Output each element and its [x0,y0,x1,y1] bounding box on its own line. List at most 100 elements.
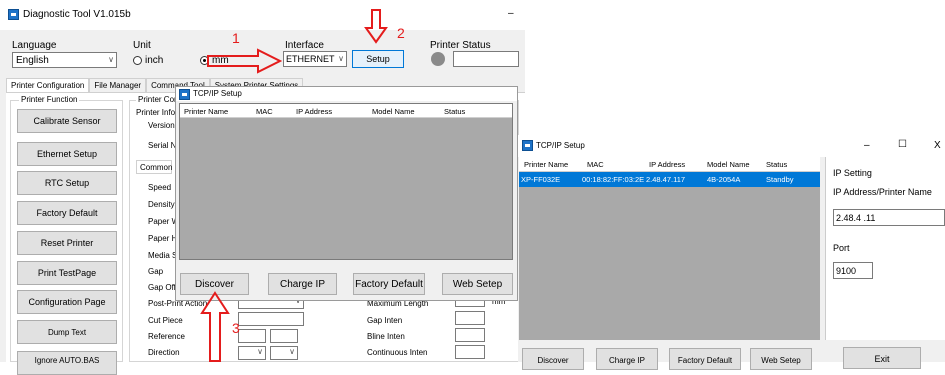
setting-direction: Direction [148,348,180,357]
bline-inten-input[interactable] [455,328,485,342]
charge-ip-label: Charge IP [608,356,646,365]
tab-file-manager[interactable]: File Manager [89,78,147,92]
factory-default-button[interactable]: Factory Default [17,201,117,225]
chevron-down-icon: ∨ [108,55,114,64]
factory-default-label: Factory Default [36,208,98,218]
discover-button[interactable]: Discover [522,348,584,370]
tab-printer-configuration[interactable]: Printer Configuration [6,78,90,92]
ip-setting-label: IP Setting [833,168,872,178]
web-setep-button[interactable]: Web Setep [750,348,812,370]
tcp-large-device-list[interactable]: Printer Name MAC IP Address Model Name S… [519,157,820,340]
main-titlebar: Diagnostic Tool V1.015b – [0,0,525,30]
charge-ip-button[interactable]: Charge IP [268,273,337,295]
tcp-setup-dialog-small: TCP/IP Setup Printer Name MAC IP Address… [175,86,518,301]
reset-printer-label: Reset Printer [40,238,94,248]
web-setep-label: Web Setep [761,356,801,365]
annotation-1: 1 [232,30,240,46]
language-select[interactable]: English ∨ [12,52,117,68]
setting-paper-h: Paper H [148,234,178,243]
factory-default-tcp-label: Factory Default [355,278,423,290]
ignore-auto-bas-button[interactable]: Ignore AUTO.BAS [17,351,117,375]
annotation-3: 3 [232,320,240,336]
ip-address-input[interactable]: 2.48.4 .11 [833,209,945,226]
arrow-right-icon [207,48,282,74]
setting-cut-piece: Cut Piece [148,316,183,325]
continuous-inten-label: Continuous Inten [367,348,428,357]
unit-inch-radio[interactable] [133,56,142,65]
minimize-button[interactable]: – [864,140,870,151]
col-printer-name: Printer Name [184,107,229,116]
print-testpage-label: Print TestPage [37,268,97,278]
dump-text-button[interactable]: Dump Text [17,320,117,344]
discover-label: Discover [195,278,234,290]
calibrate-sensor-button[interactable]: Calibrate Sensor [17,109,117,133]
reset-printer-button[interactable]: Reset Printer [17,231,117,255]
gap-inten-label: Gap Inten [367,316,403,325]
cut-piece-input[interactable] [238,312,304,326]
continuous-inten-input[interactable] [455,345,485,359]
ignore-auto-bas-label: Ignore AUTO.BAS [34,356,100,365]
arrow-down-icon [364,9,388,44]
factory-default-tcp-button[interactable]: Factory Default [353,273,425,295]
col-mac: MAC [256,107,273,116]
printer-status-field [453,51,519,67]
calibrate-sensor-label: Calibrate Sensor [33,116,101,126]
ip-address-label: IP Address/Printer Name [833,187,932,197]
col-model-name: Model Name [372,107,415,116]
tcp-small-titlebar: TCP/IP Setup [176,87,517,101]
bline-inten-label: Bline Inten [367,332,405,341]
chevron-down-icon: ∨ [257,347,263,356]
factory-default-tcp-button[interactable]: Factory Default [669,348,741,370]
status-light-icon [431,52,445,66]
charge-ip-label: Charge IP [279,278,326,290]
interface-select[interactable]: ETHERNET ∨ [283,51,347,67]
table-row[interactable]: XP-FF032E 00:18:82:FF:03:2E 2.48.47.117 … [519,172,820,187]
configuration-page-button[interactable]: Configuration Page [17,290,117,314]
discover-label: Discover [537,356,569,365]
minimize-button[interactable]: – [508,8,514,19]
gap-inten-input[interactable] [455,311,485,325]
cell-model-name: 4B-2054A [707,175,741,184]
col-printer-name: Printer Name [524,160,569,169]
configuration-page-label: Configuration Page [28,297,106,307]
setup-button[interactable]: Setup [352,50,404,68]
app-icon [179,89,190,100]
close-button[interactable]: X [934,140,941,151]
web-setep-button[interactable]: Web Setep [442,273,513,295]
exit-label: Exit [874,354,890,364]
reference-y-input[interactable] [270,329,298,343]
ethernet-setup-button[interactable]: Ethernet Setup [17,142,117,166]
tab-common[interactable]: Common [136,160,172,174]
exit-button[interactable]: Exit [843,347,921,369]
setup-button-label: Setup [366,54,390,64]
mirror-select[interactable]: ∨ [270,346,298,360]
tcp-setup-dialog-large: TCP/IP Setup – ☐ X Printer Name MAC IP A… [518,135,945,370]
tcp-large-title: TCP/IP Setup [536,141,585,150]
rtc-setup-button[interactable]: RTC Setup [17,171,117,195]
col-ip-address: IP Address [296,107,333,116]
tcp-small-table-header: Printer Name MAC IP Address Model Name S… [180,104,512,118]
col-ip-address: IP Address [649,160,686,169]
chevron-down-icon: ∨ [289,347,295,356]
col-mac: MAC [587,160,604,169]
cell-mac: 00:18:82:FF:03:2E [582,175,645,184]
reference-x-input[interactable] [238,329,266,343]
ip-address-value: 2.48.4 .11 [836,213,876,223]
charge-ip-button[interactable]: Charge IP [596,348,658,370]
tcp-small-device-list[interactable]: Printer Name MAC IP Address Model Name S… [179,103,513,260]
print-testpage-button[interactable]: Print TestPage [17,261,117,285]
unit-label: Unit [133,40,151,51]
maximize-button[interactable]: ☐ [898,139,907,150]
tab-common-label: Common [140,163,173,172]
printer-status-label: Printer Status [430,40,491,51]
version-label: Version [148,121,175,130]
direction-select[interactable]: ∨ [238,346,266,360]
port-input[interactable]: 9100 [833,262,873,279]
tcp-large-titlebar: TCP/IP Setup – ☐ X [518,135,945,157]
setting-gap-off: Gap Off [148,283,176,292]
arrow-up-icon [200,291,230,362]
col-status: Status [766,160,788,169]
language-label: Language [12,40,57,51]
main-window-title: Diagnostic Tool V1.015b [23,9,131,20]
printer-info-label: Printer Info [136,108,176,117]
